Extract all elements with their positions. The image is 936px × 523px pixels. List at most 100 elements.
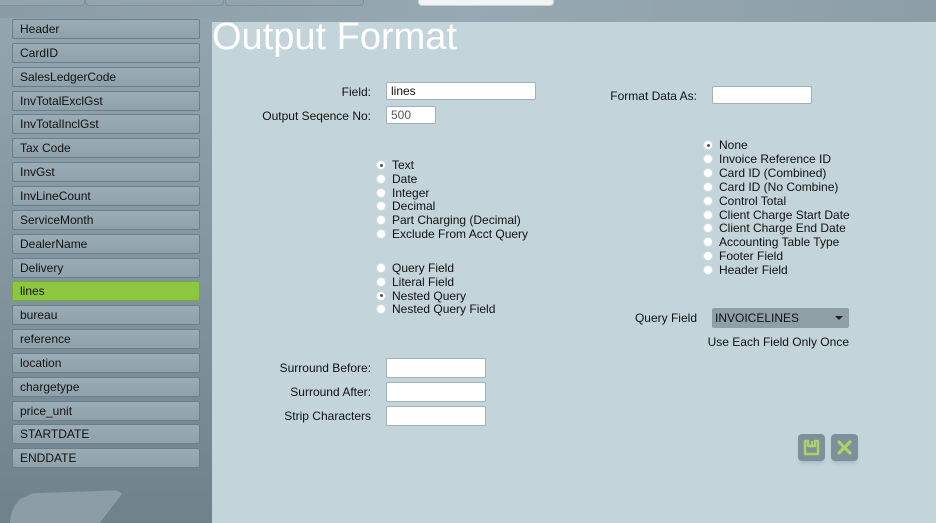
data-type-option-label: Integer [392, 185, 430, 200]
sidebar-item[interactable]: InvGst [12, 162, 200, 183]
surround-after-input[interactable] [386, 382, 486, 402]
field-input[interactable] [386, 82, 536, 100]
data-type-option-label: Date [392, 171, 418, 186]
sidebar-item-label: Tax Code [20, 141, 71, 156]
data-type-option[interactable]: Integer [376, 186, 429, 200]
source-type-option[interactable]: Query Field [376, 261, 454, 275]
sidebar-item[interactable]: STARTDATE [12, 424, 200, 445]
page-title: Output Format [212, 16, 457, 58]
sidebar-item[interactable]: Header [12, 19, 200, 39]
sidebar-item[interactable]: location [12, 352, 200, 373]
sidebar-item[interactable]: SalesLedgerCode [12, 66, 200, 87]
data-type-option[interactable]: Date [376, 172, 417, 186]
radio-button[interactable] [376, 304, 386, 315]
special-type-option[interactable]: None [703, 138, 748, 152]
radio-button[interactable] [703, 223, 713, 234]
tab-4[interactable] [418, 0, 554, 6]
special-type-option[interactable]: Header Field [703, 263, 788, 277]
data-type-option[interactable]: Text [376, 158, 414, 172]
sidebar-item[interactable]: reference [12, 329, 200, 350]
special-type-option[interactable]: Control Total [703, 194, 786, 208]
sidebar-item-label: CardID [20, 45, 59, 60]
surround-before-input[interactable] [386, 358, 486, 378]
radio-button[interactable] [376, 173, 386, 184]
special-type-option[interactable]: Card ID (Combined) [703, 166, 826, 180]
decorative-swoosh [10, 490, 125, 523]
tab-2[interactable] [85, 0, 224, 6]
top-tabs [0, 0, 936, 6]
radio-button[interactable] [376, 160, 386, 170]
strip-characters-input[interactable] [386, 406, 486, 426]
data-type-option[interactable]: Exclude From Acct Query [376, 227, 528, 241]
data-type-option-label: Exclude From Acct Query [392, 227, 529, 241]
source-type-option[interactable]: Nested Query Field [376, 302, 495, 316]
sidebar-item-label: reference [20, 332, 71, 347]
sidebar-item[interactable]: chargetype [12, 376, 200, 397]
sidebar-item-label: InvLineCount [20, 188, 91, 203]
radio-button[interactable] [376, 215, 386, 226]
save-button[interactable] [798, 434, 825, 461]
sidebar-item-label: Delivery [20, 260, 64, 275]
special-type-option[interactable]: Client Charge Start Date [703, 208, 850, 222]
data-type-option[interactable]: Decimal [376, 199, 435, 213]
radio-button[interactable] [376, 263, 386, 273]
sidebar-item[interactable]: Tax Code [12, 138, 200, 159]
special-type-option-label: Client Charge Start Date [719, 207, 850, 222]
sidebar-item-label: DealerName [20, 236, 88, 251]
radio-button[interactable] [703, 209, 713, 220]
special-type-option[interactable]: Accounting Table Type [703, 235, 839, 249]
format-data-as-input[interactable] [712, 86, 812, 104]
radio-button[interactable] [703, 265, 713, 276]
source-type-option[interactable]: Nested Query [376, 289, 466, 303]
sidebar-item-label: location [20, 355, 62, 370]
output-format-panel: Output Format Field: Output Seqence No: … [212, 16, 936, 523]
output-sequence-input[interactable] [386, 106, 436, 124]
radio-button[interactable] [703, 237, 713, 248]
special-type-option[interactable]: Invoice Reference ID [703, 152, 831, 166]
sidebar-item[interactable]: InvTotalInclGst [12, 114, 200, 135]
sidebar-item[interactable]: ENDDATE [12, 448, 200, 469]
sidebar-item[interactable]: lines [12, 281, 200, 302]
radio-button[interactable] [703, 251, 713, 262]
radio-button[interactable] [703, 195, 713, 206]
source-type-option-label: Nested Query [392, 288, 467, 303]
sidebar-item[interactable]: price_unit [12, 400, 200, 421]
sidebar-item[interactable]: DealerName [12, 233, 200, 254]
query-field-select[interactable]: INVOICELINES [712, 308, 849, 328]
radio-button[interactable] [703, 181, 713, 192]
sidebar-item[interactable]: bureau [12, 305, 200, 326]
output-sequence-label: Output Seqence No: [262, 109, 371, 123]
radio-button[interactable] [703, 167, 713, 178]
radio-button[interactable] [376, 187, 386, 198]
special-type-option[interactable]: Footer Field [703, 249, 783, 263]
special-type-option[interactable]: Card ID (No Combine) [703, 180, 838, 194]
surround-before-label: Surround Before: [279, 361, 371, 375]
special-type-option[interactable]: Client Charge End Date [703, 221, 846, 235]
tab-1[interactable] [0, 0, 85, 6]
sidebar-item-label: ServiceMonth [20, 212, 94, 227]
sidebar-item-label: bureau [20, 308, 58, 323]
surround-after-label: Surround After: [290, 385, 371, 399]
radio-button[interactable] [376, 201, 386, 212]
radio-button[interactable] [703, 153, 713, 164]
radio-button[interactable] [376, 290, 386, 301]
sidebar-item-label: InvTotalExclGst [20, 93, 103, 108]
data-type-option-label: Text [392, 158, 415, 172]
tab-3[interactable] [225, 0, 364, 6]
special-type-option-label: Footer Field [719, 249, 784, 264]
sidebar-item[interactable]: InvTotalExclGst [12, 90, 200, 111]
query-field-label: Query Field [634, 311, 697, 325]
sidebar-item[interactable]: Delivery [12, 257, 200, 278]
radio-button[interactable] [376, 276, 386, 287]
sidebar-item-label: ENDDATE [20, 451, 77, 466]
format-data-as-label: Format Data As: [610, 89, 697, 103]
sidebar-item-label: Header [20, 22, 60, 36]
source-type-option[interactable]: Literal Field [376, 275, 454, 289]
data-type-option[interactable]: Part Charging (Decimal) [376, 213, 521, 227]
sidebar-item[interactable]: InvLineCount [12, 185, 200, 206]
radio-button[interactable] [376, 229, 386, 239]
sidebar-item[interactable]: ServiceMonth [12, 209, 200, 230]
cancel-button[interactable] [831, 434, 858, 461]
sidebar-item[interactable]: CardID [12, 42, 200, 63]
radio-button[interactable] [703, 140, 713, 150]
